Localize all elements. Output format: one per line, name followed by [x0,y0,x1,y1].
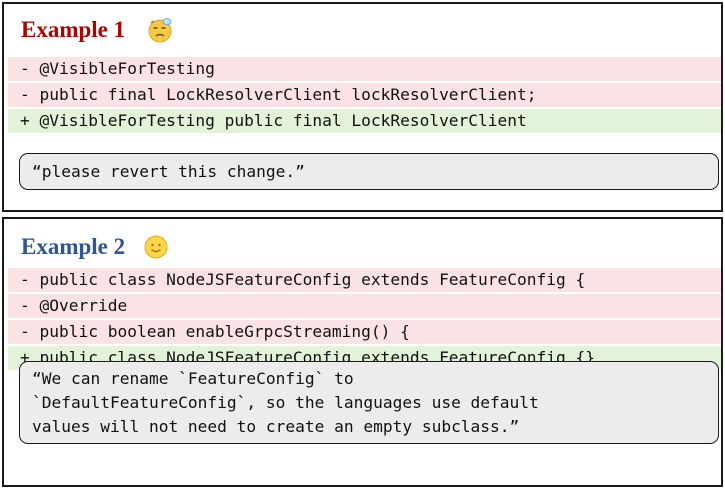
example-2-title: Example 2 [21,234,126,259]
diff-line-added: + @VisibleForTesting public final LockRe… [8,109,721,133]
example-1-panel: Example 1 - @VisibleForTesting - public … [2,2,723,212]
diff-line-removed: - @VisibleForTesting [8,57,721,81]
diff-line-removed: - public class NodeJSFeatureConfig exten… [8,268,721,292]
comment-line: values will not need to create an empty … [32,417,520,436]
example-1-diff: - @VisibleForTesting - public final Lock… [8,57,721,135]
diff-line-removed: - public final LockResolverClient lockRe… [8,83,721,107]
example-1-comment: “please revert this change.” [19,153,719,190]
example-1-title: Example 1 [21,17,126,42]
diff-line-removed: - @Override [8,294,721,318]
example-2-diff: - public class NodeJSFeatureConfig exten… [8,268,721,372]
example-1-header: Example 1 [21,16,173,44]
sleepy-face-icon [148,18,172,43]
comment-line: “We can rename `FeatureConfig` to [32,369,354,388]
diff-line-removed: - public boolean enableGrpcStreaming() { [8,320,721,344]
comment-line: `DefaultFeatureConfig`, so the languages… [32,393,539,412]
example-2-panel: Example 2 - public class NodeJSFeatureCo… [2,217,723,487]
example-2-comment: “We can rename `FeatureConfig` to `Defaul… [19,361,719,444]
smiling-face-icon [144,235,168,259]
example-2-header: Example 2 [21,233,169,261]
